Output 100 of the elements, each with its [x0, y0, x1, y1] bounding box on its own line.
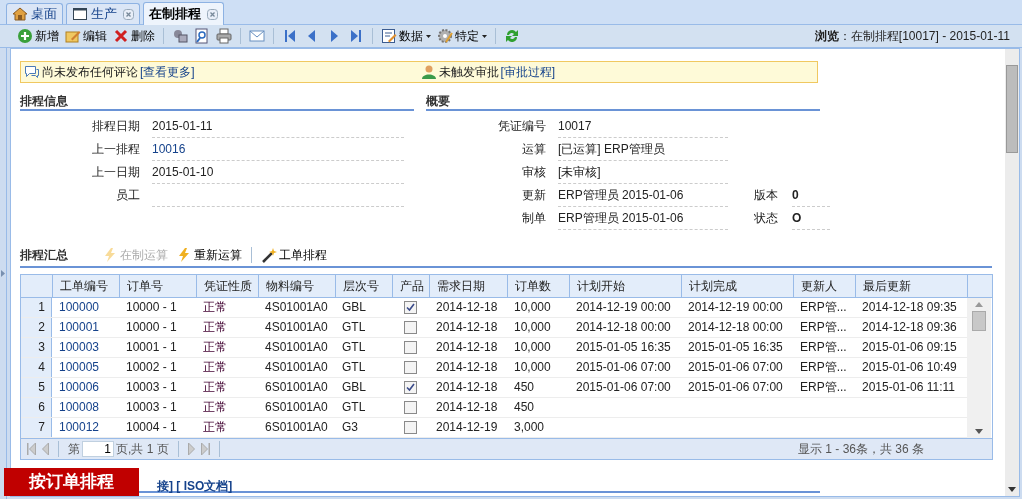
- cell-link[interactable]: 100005: [52, 358, 119, 377]
- cell-link[interactable]: 100006: [52, 378, 119, 397]
- checkbox[interactable]: [404, 361, 417, 374]
- checkbox[interactable]: [404, 341, 417, 354]
- field-label: 上一排程: [91, 141, 140, 158]
- field-label: 凭证编号: [497, 118, 546, 135]
- row-number: 2: [21, 318, 52, 337]
- print-button[interactable]: [215, 26, 233, 46]
- table-cell-text: 2015-01-06 07:00: [575, 359, 672, 376]
- table-cell-text: 4S01001A0: [264, 319, 329, 336]
- tab[interactable]: 在制排程: [143, 2, 224, 25]
- scroll-down-icon[interactable]: [1008, 487, 1016, 492]
- document-links[interactable]: 接] [ ISO文档]: [157, 479, 233, 493]
- home-icon: [12, 6, 28, 22]
- action-button[interactable]: 工单排程: [259, 246, 329, 264]
- table-cell-text: 2014-12-18: [435, 359, 499, 376]
- checkbox[interactable]: [404, 401, 417, 414]
- tab[interactable]: 桌面: [6, 3, 63, 24]
- field-label: 运算: [521, 141, 546, 158]
- column-header[interactable]: 计划完成: [681, 275, 793, 297]
- next-icon[interactable]: [187, 443, 195, 455]
- scrollbar[interactable]: [1005, 49, 1019, 496]
- delete-button[interactable]: 删除: [112, 26, 156, 46]
- first-page-icon[interactable]: [27, 443, 36, 455]
- table-cell-text: 2015-01-06 07:00: [575, 379, 672, 396]
- collapsed-panel[interactable]: [0, 48, 7, 499]
- table-cell-text: GTL: [341, 399, 367, 416]
- cell-link[interactable]: 100008: [52, 398, 119, 417]
- cell-link[interactable]: 100000: [52, 298, 119, 317]
- gear-icon: [437, 28, 453, 44]
- field-value: 2015-01-11: [152, 115, 404, 138]
- section-title: 概要: [426, 93, 820, 111]
- column-header[interactable]: 层次号: [335, 275, 392, 297]
- window-icon: [72, 6, 88, 22]
- magic-wand-icon: [261, 247, 277, 263]
- table-cell-text: 2015-01-05 16:35: [687, 339, 784, 356]
- gear-button[interactable]: 特定: [436, 26, 488, 46]
- scrollbar[interactable]: [967, 298, 991, 438]
- column-header[interactable]: 凭证性质: [196, 275, 258, 297]
- table-cell-text: 2015-01-06 11:11: [861, 379, 956, 396]
- table-cell-text: 10002 - 1: [125, 359, 178, 376]
- expand-arrow-icon[interactable]: [1, 270, 5, 277]
- cell-link[interactable]: 100012: [52, 418, 119, 437]
- value-link[interactable]: 10016: [152, 138, 404, 161]
- table-cell-text: 6S01001A0: [264, 379, 329, 396]
- scroll-thumb[interactable]: [972, 311, 986, 331]
- table-cell-text: 2015-01-06 07:00: [687, 379, 784, 396]
- action-button[interactable]: 重新运算: [174, 246, 244, 264]
- cell-link[interactable]: 100001: [52, 318, 119, 337]
- form-edit-button[interactable]: 数据: [380, 26, 432, 46]
- approval-link[interactable]: [审批过程]: [500, 63, 556, 81]
- previous-icon[interactable]: [42, 443, 49, 455]
- comment-status: 尚未发布任何评论: [42, 63, 138, 81]
- column-header[interactable]: 最后更新: [855, 275, 967, 297]
- checkbox[interactable]: [404, 301, 417, 314]
- column-header[interactable]: 工单编号: [52, 275, 119, 297]
- table-cell-text: 450: [513, 399, 536, 416]
- scroll-up-icon[interactable]: [975, 302, 983, 307]
- column-header[interactable]: 产品: [392, 275, 429, 297]
- scroll-thumb[interactable]: [1006, 65, 1018, 153]
- table-cell-text: 2015-01-05 16:35: [575, 339, 672, 356]
- table-cell-text: 3,000: [513, 419, 546, 436]
- last-page-icon[interactable]: [200, 443, 210, 455]
- cell-link[interactable]: 100003: [52, 338, 119, 357]
- column-header[interactable]: 订单号: [119, 275, 196, 297]
- more-link[interactable]: [查看更多]: [140, 63, 195, 81]
- field-label: 审核: [521, 164, 546, 181]
- last-page-icon: [348, 28, 364, 44]
- preview-button[interactable]: [193, 26, 211, 46]
- checkbox[interactable]: [404, 321, 417, 334]
- table-cell-text: 2014-12-18: [435, 399, 499, 416]
- table-cell-text: 2014-12-18: [435, 379, 499, 396]
- column-header[interactable]: 计划开始: [569, 275, 681, 297]
- column-header[interactable]: 物料编号: [258, 275, 335, 297]
- edit-button[interactable]: 编辑: [64, 26, 108, 46]
- record-count: 显示 1 - 36条，共 36 条: [797, 440, 924, 458]
- checkbox[interactable]: [404, 381, 417, 394]
- table-cell-text: GBL: [341, 299, 367, 316]
- field-value: [未审核]: [558, 161, 728, 184]
- section-title: 排程汇总: [20, 246, 68, 264]
- field-label: 状态: [753, 210, 779, 227]
- table-cell-text: 2014-12-18: [435, 299, 499, 316]
- close-icon[interactable]: [123, 8, 134, 20]
- column-header[interactable]: 更新人: [793, 275, 855, 297]
- add-button[interactable]: 新增: [16, 26, 60, 46]
- checkbox[interactable]: [404, 421, 417, 434]
- field-value: 2015-01-10: [152, 161, 404, 184]
- close-icon[interactable]: [207, 8, 218, 20]
- table-cell-text: ERP管...: [799, 339, 848, 356]
- scroll-down-icon[interactable]: [975, 429, 983, 434]
- field-value: 10017: [558, 115, 728, 138]
- column-header[interactable]: 需求日期: [429, 275, 507, 297]
- table-cell-text: 2015-01-06 07:00: [687, 359, 784, 376]
- field-label: 员工: [115, 187, 140, 204]
- title-banner: 按订单排程: [4, 468, 139, 496]
- table-cell-text: 2014-12-19 00:00: [575, 299, 672, 316]
- column-header[interactable]: 订单数: [507, 275, 569, 297]
- field-value: ERP管理员 2015-01-06: [558, 207, 728, 230]
- tab[interactable]: 生产: [66, 3, 140, 24]
- page-field[interactable]: 1: [82, 441, 114, 457]
